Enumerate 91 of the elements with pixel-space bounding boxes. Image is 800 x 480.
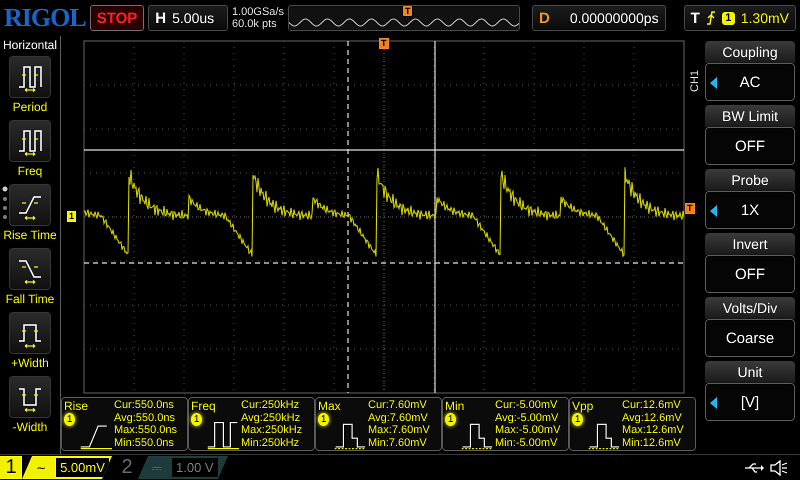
measure-label: Freq <box>18 164 42 178</box>
measurement-reading: Min:12.6mV <box>622 436 682 449</box>
measurement-title: Vpp <box>572 399 594 413</box>
speaker-muted-icon <box>770 460 788 476</box>
measurement-title: Max <box>318 399 342 413</box>
trigger-label: T <box>690 10 700 26</box>
measure-button[interactable] <box>9 120 51 162</box>
left-arrow-icon <box>710 77 717 89</box>
measurement-reading: Cur:250kHz <box>241 399 300 412</box>
coupling-symbol: ⎓ <box>152 460 162 474</box>
measurement-reading: Min:250kHz <box>241 436 300 449</box>
menu-item-title: BW Limit <box>705 105 795 127</box>
cursor-line[interactable] <box>434 41 436 393</box>
measurement-title: Freq <box>191 399 217 413</box>
measurement-reading: Cur:-5.00mV <box>495 399 558 412</box>
menu-title: Horizontal <box>2 38 58 52</box>
measure-button[interactable] <box>9 376 51 418</box>
channel-marker[interactable]: 1 <box>67 211 76 222</box>
measurement-reading: Max:250kHz <box>241 424 304 436</box>
measurement-reading: Min:-5.00mV <box>495 436 558 449</box>
delay-value: 0.00000000ps <box>570 10 659 26</box>
memory-depth: 60.0k pts <box>232 18 278 30</box>
measure-button[interactable] <box>9 184 51 226</box>
page-dots-icon <box>2 186 8 220</box>
cursor-line[interactable] <box>84 262 684 264</box>
measurement-reading: Avg:550.0ns <box>114 412 176 424</box>
menu-item-value[interactable]: 1X <box>705 191 795 229</box>
measure-label: Period <box>12 100 48 114</box>
trigger-source-badge: 1 <box>722 12 735 24</box>
measurement-reading: Min:550.0ns <box>114 436 175 449</box>
coupling-symbol: ~ <box>36 460 46 474</box>
measurement-reading: Cur:550.0ns <box>114 399 175 412</box>
measurement-reading: Avg:7.60mV <box>368 412 429 424</box>
channel-scale-panel[interactable]: ⎓ 1.00 V <box>138 456 228 479</box>
left-arrow-icon <box>710 205 717 217</box>
menu-item-value[interactable]: OFF <box>705 127 795 165</box>
measure-button[interactable] <box>9 56 51 98</box>
channel-number[interactable]: 1 <box>0 456 22 479</box>
menu-item-value[interactable]: [V] <box>705 383 795 421</box>
channel-badge: 1 <box>318 413 330 426</box>
measure-label: +Width <box>11 356 49 370</box>
menu-item-title: Probe <box>705 169 795 191</box>
measurement-title: Rise <box>64 399 90 413</box>
menu-item-title: Coupling <box>705 41 795 63</box>
trigger-level-marker[interactable]: T <box>685 203 694 214</box>
trigger-level: 1.30mV <box>740 10 789 26</box>
measurement-reading: Max:12.6mV <box>622 424 685 436</box>
trigger-position-marker[interactable]: T <box>379 38 388 49</box>
menu-item-title: Volts/Div <box>705 297 795 319</box>
left-arrow-icon <box>710 397 717 409</box>
timebase-label: H <box>155 10 166 26</box>
measure-button[interactable] <box>9 248 51 290</box>
measure-button[interactable] <box>9 312 51 354</box>
channel-scale: 1.00 V <box>172 458 218 477</box>
usb-icon <box>744 462 764 474</box>
measurement-reading: Min:7.60mV <box>368 436 428 449</box>
rising-edge-icon <box>706 11 716 25</box>
measurement-reading: Cur:7.60mV <box>368 399 428 412</box>
trigger-position-marker: T <box>402 6 412 16</box>
brand-logo: RIGOL <box>4 3 86 33</box>
measurement-reading: Max:7.60mV <box>368 424 431 436</box>
delay-label: D <box>538 10 550 26</box>
menu-item-value[interactable]: Coarse <box>705 319 795 357</box>
channel-badge: 1 <box>445 413 456 426</box>
cursor-line[interactable] <box>347 41 349 393</box>
channel-tag: CH1 <box>689 68 701 92</box>
channel-scale: 5.00mV <box>56 458 109 477</box>
measurement-reading: Avg:250kHz <box>241 412 302 424</box>
channel-badge: 1 <box>64 413 76 426</box>
channel-number[interactable]: 2 <box>116 456 138 479</box>
channel-scale-panel[interactable]: ~ 5.00mV <box>22 456 112 479</box>
measurement-reading: Avg:12.6mV <box>622 412 683 424</box>
channel-badge: 1 <box>191 413 202 426</box>
timebase-value: 5.00us <box>172 10 214 26</box>
measurement-reading: Cur:12.6mV <box>622 399 682 412</box>
measurement-reading: Max:-5.00mV <box>495 424 562 436</box>
cursor-line[interactable] <box>84 149 684 151</box>
measurement-title: Min <box>445 399 466 413</box>
sample-rate: 1.00GSa/s <box>232 6 284 18</box>
menu-item-title: Unit <box>705 361 795 383</box>
run-stop-status[interactable]: STOP <box>90 5 144 31</box>
measurement-reading: Avg:-5.00mV <box>495 412 560 424</box>
menu-item-title: Invert <box>705 233 795 255</box>
channel-badge: 1 <box>572 413 584 426</box>
menu-item-value[interactable]: OFF <box>705 255 795 293</box>
waveform-overview-icon <box>288 18 519 27</box>
measurement-reading: Max:550.0ns <box>114 424 178 436</box>
measure-label: Rise Time <box>3 228 57 242</box>
measure-label: -Width <box>12 420 48 434</box>
measure-label: Fall Time <box>6 292 54 306</box>
menu-item-value[interactable]: AC <box>705 63 795 101</box>
